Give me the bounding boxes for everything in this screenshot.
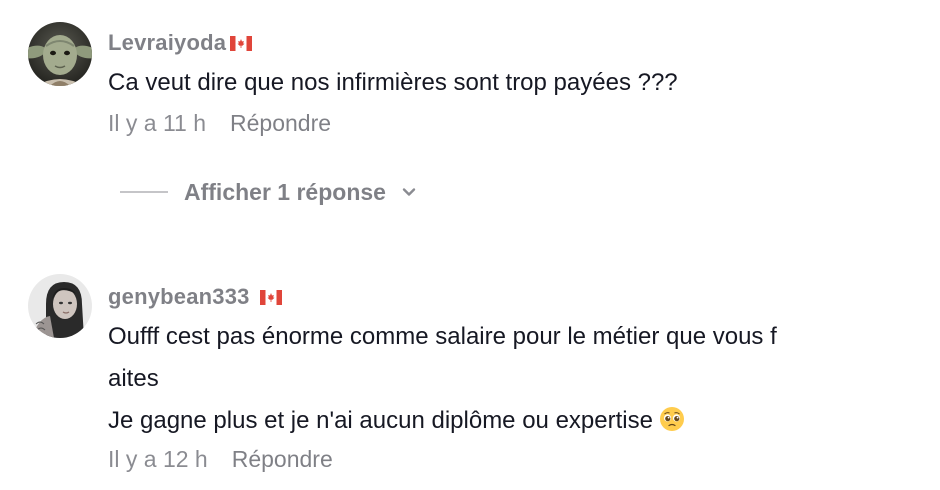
yoda-avatar-icon — [28, 22, 92, 86]
reply-button[interactable]: Répondre — [230, 110, 331, 137]
comment-text: Oufff cest pas énorme comme salaire pour… — [108, 316, 923, 442]
user-avatar[interactable] — [28, 22, 92, 86]
comment-text-line: Oufff cest pas énorme comme salaire pour… — [108, 323, 777, 350]
woman-avatar-icon — [28, 274, 92, 338]
comment-item: genybean333 Oufff cest pas énorme comme … — [0, 260, 940, 490]
comment-header: Levraiyoda — [108, 28, 253, 58]
timestamp: Il y a 11 h — [108, 109, 207, 136]
comment-meta: Il y a 12 h Répondre — [108, 442, 333, 476]
timestamp: Il y a 12 h — [108, 445, 208, 472]
pleading-face-emoji-icon — [659, 407, 684, 431]
comment-header: genybean333 — [108, 282, 282, 312]
username[interactable]: genybean333 — [108, 284, 250, 310]
canada-flag-icon — [259, 289, 282, 305]
reply-button[interactable]: Répondre — [232, 446, 333, 473]
comment-meta: Il y a 11 h Répondre — [108, 106, 331, 140]
divider-line — [120, 191, 168, 193]
comment-text-line: aites — [108, 365, 159, 392]
comment-text-line: Je gagne plus et je n'ai aucun diplôme o… — [108, 407, 653, 434]
chevron-down-icon — [402, 188, 416, 196]
view-replies-button[interactable]: Afficher 1 réponse — [120, 172, 418, 212]
canada-flag-icon — [230, 35, 253, 51]
comment-text: Ca veut dire que nos infirmières sont tr… — [108, 62, 923, 104]
view-replies-label: Afficher 1 réponse — [184, 178, 386, 205]
comment-item: Levraiyoda Ca veut dire que nos infirmiè… — [0, 0, 940, 160]
comment-text-line: Ca veut dire que nos infirmières sont tr… — [108, 69, 678, 96]
user-avatar[interactable] — [28, 274, 92, 338]
comment-text-line-with-emoji: Je gagne plus et je n'ai aucun diplôme o… — [108, 400, 923, 442]
username[interactable]: Levraiyoda — [108, 30, 226, 56]
